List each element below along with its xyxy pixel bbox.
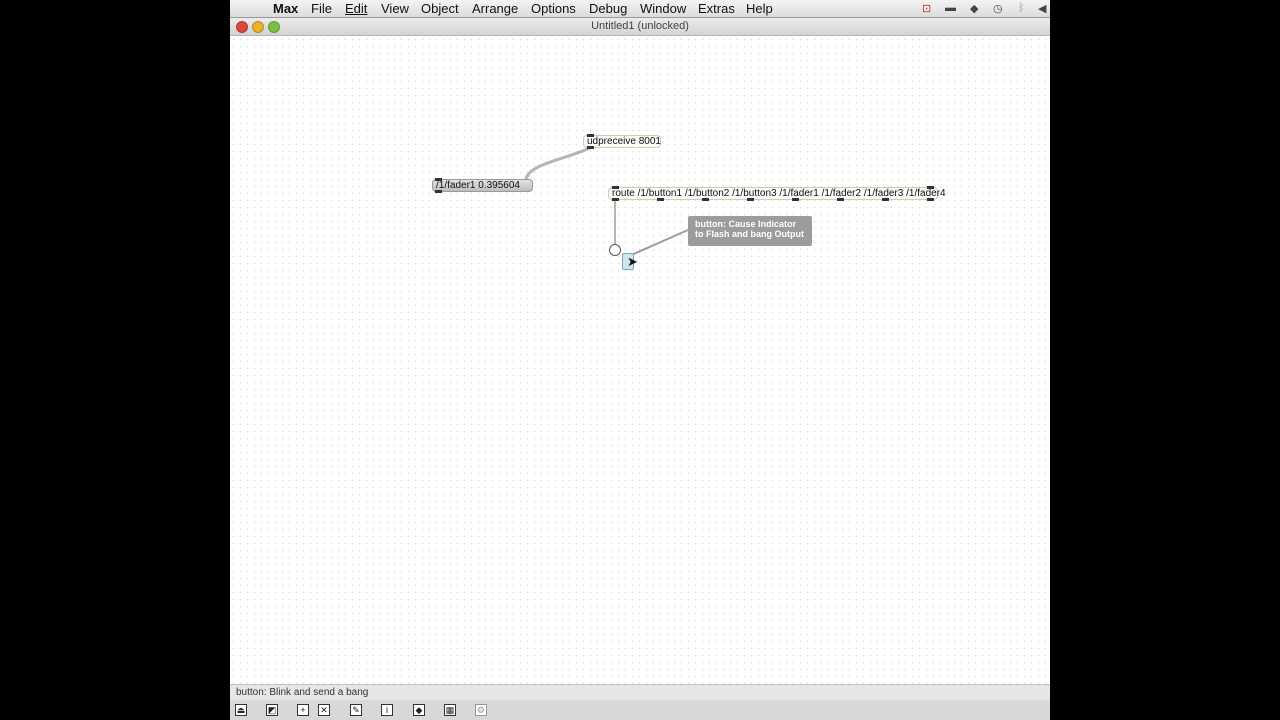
menu-options[interactable]: Options	[531, 1, 576, 16]
outlet[interactable]	[927, 198, 934, 201]
minus-icon[interactable]: ▬	[945, 2, 956, 14]
outlet[interactable]	[747, 198, 754, 201]
gem-icon[interactable]: ◆	[970, 2, 978, 15]
grid-icon[interactable]: ▦	[444, 704, 456, 716]
menu-view[interactable]: View	[381, 1, 409, 16]
close-object-icon[interactable]: ✕	[318, 704, 330, 716]
new-object-icon[interactable]: +	[297, 704, 309, 716]
outlet[interactable]	[657, 198, 664, 201]
udpreceive-label: udpreceive 8001	[587, 136, 661, 147]
record-icon[interactable]: ⊡	[922, 2, 931, 15]
menu-help[interactable]: Help	[746, 1, 773, 16]
patch-cords	[524, 146, 689, 257]
lock-icon[interactable]: ⏏	[235, 704, 247, 716]
clock-icon[interactable]: ◷	[993, 2, 1003, 15]
menu-debug[interactable]: Debug	[589, 1, 627, 16]
presentation-icon[interactable]: ◩	[266, 704, 278, 716]
menu-max[interactable]: Max	[273, 1, 298, 16]
menu-window[interactable]: Window	[640, 1, 686, 16]
snap-icon[interactable]: ⚙	[475, 704, 487, 716]
bang-button[interactable]	[609, 244, 621, 256]
menu-edit[interactable]: Edit	[345, 1, 367, 16]
menu-bar: Max File Edit View Object Arrange Option…	[230, 0, 1050, 18]
message-box[interactable]: /1/fader1 0.395604	[432, 178, 533, 193]
route-object[interactable]: route /1/button1 /1/button2 /1/button3 /…	[608, 186, 946, 201]
inspector-icon[interactable]: i	[381, 704, 393, 716]
autocomplete-icon[interactable]: ◆	[413, 704, 425, 716]
udpreceive-object[interactable]: udpreceive 8001	[583, 134, 661, 149]
outlet[interactable]	[587, 146, 594, 149]
menu-object[interactable]: Object	[421, 1, 459, 16]
outlet[interactable]	[702, 198, 709, 201]
hint-line-1: button: Cause Indicator	[695, 219, 796, 229]
edit-icon[interactable]: ✎	[350, 704, 362, 716]
outlet[interactable]	[837, 198, 844, 201]
window-title: Untitled1 (unlocked)	[591, 20, 689, 32]
outlet[interactable]	[612, 198, 619, 201]
mouse-cursor-icon: ➤	[627, 254, 638, 269]
inlet[interactable]	[435, 178, 442, 181]
title-bar: Untitled1 (unlocked)	[230, 18, 1050, 36]
patcher-window: Untitled1 (unlocked) udpreceive 8001 /1/…	[230, 18, 1050, 720]
message-label: /1/fader1 0.395604	[436, 180, 520, 191]
patcher-toolbar: ⏏ ◩ + ✕ ✎ i ◆ ▦ ⚙	[230, 700, 1050, 720]
hint-line-2: to Flash and bang Output	[695, 229, 804, 239]
status-text: button: Blink and send a bang	[236, 687, 369, 698]
hint-tooltip: button: Cause Indicator to Flash and ban…	[688, 216, 812, 246]
volume-icon[interactable]: ◀	[1038, 2, 1046, 15]
outlet[interactable]	[792, 198, 799, 201]
menu-file[interactable]: File	[311, 1, 332, 16]
inlet[interactable]	[612, 186, 619, 189]
cord-udp-to-message[interactable]	[524, 146, 591, 180]
menu-extras[interactable]: Extras	[698, 1, 735, 16]
hint-pointer	[628, 229, 689, 257]
status-bar: button: Blink and send a bang	[230, 684, 1050, 700]
outlet[interactable]	[882, 198, 889, 201]
inlet[interactable]	[587, 134, 594, 137]
menu-arrange[interactable]: Arrange	[472, 1, 518, 16]
outlet[interactable]	[435, 190, 442, 193]
inlet[interactable]	[927, 186, 934, 189]
bluetooth-icon[interactable]: ᛒ	[1018, 2, 1025, 14]
patch-canvas[interactable]: udpreceive 8001 /1/fader1 0.395604 route…	[230, 36, 1050, 684]
